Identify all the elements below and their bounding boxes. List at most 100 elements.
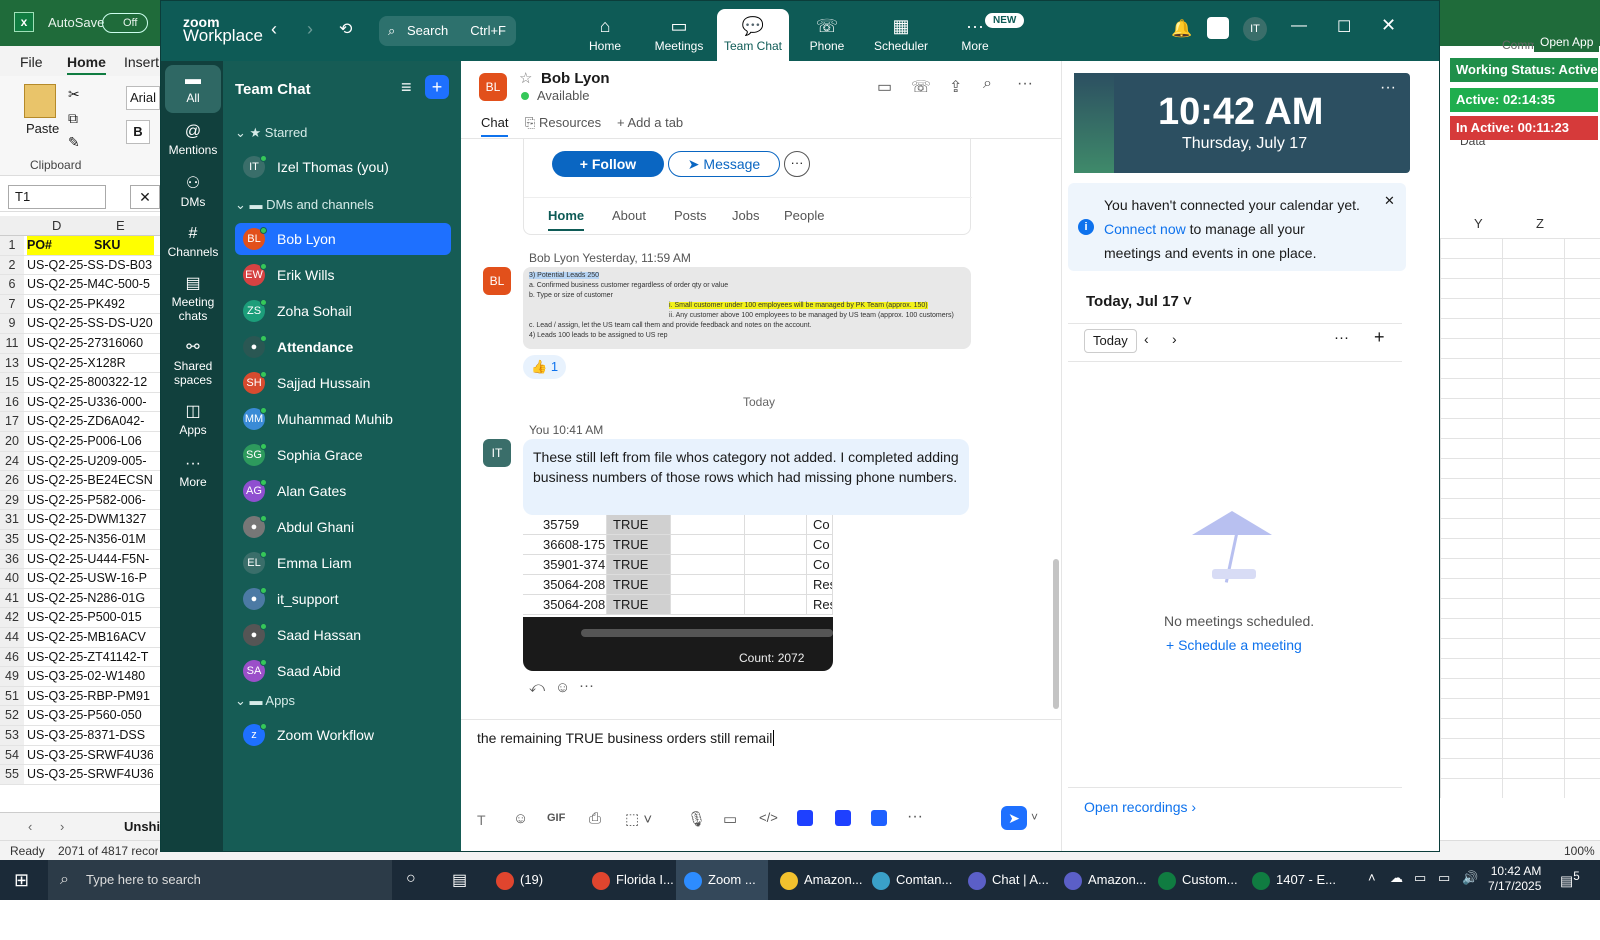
onedrive-icon[interactable]: ☁ [1390,870,1403,886]
notification-icon[interactable]: ▤5 [1560,870,1580,890]
add-event-icon[interactable]: + [1374,327,1385,348]
search-box[interactable]: ⌕ Search Ctrl+F [379,16,516,46]
minimize-icon[interactable]: — [1291,17,1307,35]
row-number[interactable]: 44 [0,628,24,647]
connect-now-link[interactable]: Connect now [1104,221,1186,237]
send-button[interactable]: ➤ [1001,806,1027,830]
row-number[interactable]: 7 [0,294,24,314]
menu-home[interactable]: Home [67,54,106,75]
nav-meeting-chats[interactable]: ▤ Meeting chats [165,273,221,323]
prev-day-icon[interactable]: ‹ [1144,331,1149,347]
add-reaction-icon[interactable]: ☺ [555,679,570,696]
nav-channels[interactable]: # Channels [165,223,221,259]
tab-phone[interactable]: ☏ Phone [791,9,863,61]
contact-izel-thomas[interactable]: IT Izel Thomas (you) [235,151,451,183]
row-number[interactable]: 55 [0,765,24,784]
menu-file[interactable]: File [20,54,43,70]
day-header[interactable]: Today, Jul 17 ˅ [1086,293,1192,310]
cell-value[interactable]: US-Q2-25-U336-000- [27,393,153,412]
cell-value[interactable]: US-Q2-25-SS-DS-B03 [27,256,153,275]
nav-apps[interactable]: ◫ Apps [165,401,221,437]
menu-insert[interactable]: Insert [124,54,159,70]
profile-jobs-tab[interactable]: Jobs [732,208,759,223]
send-options-icon[interactable]: ˅ [1031,810,1038,824]
row-number[interactable]: 15 [0,373,24,392]
share-screen-icon[interactable]: ⇪ [949,77,962,97]
taskbar-app[interactable]: Amazon... [772,860,864,900]
tray-chevron-icon[interactable]: ˄ [1368,870,1376,885]
sheet-tab[interactable]: Unshi [124,819,160,834]
taskbar-search[interactable]: ⌕ Type here to search [48,860,392,900]
message-button[interactable]: ➤ Message [668,151,780,177]
row-number[interactable]: 17 [0,412,24,431]
calendar-more-icon[interactable]: ··· [1334,329,1349,346]
sheet-row[interactable]: 6 US-Q2-25-M4C-500-5 [0,275,160,295]
contact-item[interactable]: ● Saad Hassan [235,619,451,651]
cortana-icon[interactable]: ○ [406,870,416,888]
app-integration-icon[interactable] [871,810,887,826]
cell-value[interactable]: US-Q2-25-U444-F5N- [27,550,153,569]
col-d[interactable]: D [52,218,61,233]
close-icon[interactable]: ✕ [1381,15,1396,36]
reply-icon[interactable]: ⤺ [529,679,545,696]
cell-value[interactable]: US-Q2-25-P582-006- [27,491,153,510]
row-number[interactable]: 40 [0,569,24,588]
row-number[interactable]: 11 [0,334,24,353]
contact-item[interactable]: ● Abdul Ghani [235,511,451,543]
emoji-icon[interactable]: ☺ [513,810,528,827]
msg2-image[interactable]: 35759 TRUE Co 36608-175 TRUE Co 35901-374 TRUE C… [523,515,833,671]
reaction-thumbs-up[interactable]: 👍 1 [523,355,567,379]
tab-team-chat[interactable]: 💬 Team Chat [717,9,789,61]
contact-item[interactable]: SA Saad Abid [235,655,451,687]
back-icon[interactable]: ‹ [271,19,277,40]
forward-icon[interactable]: › [307,19,313,40]
search-chat-icon[interactable]: ⌕ [983,75,992,93]
row-number[interactable]: 16 [0,392,24,412]
sheet-row[interactable]: 54 US-Q3-25-SRWF4U36 [0,745,160,766]
sheet-row[interactable]: 53 US-Q3-25-8371-DSS [0,726,160,746]
contact-name[interactable]: Bob Lyon [541,70,610,87]
cell-value[interactable]: US-Q3-25-8371-DSS [27,726,153,745]
composer-more-icon[interactable]: ··· [907,808,923,826]
sender-avatar[interactable]: BL [483,267,511,295]
sheet-row[interactable]: 49 US-Q3-25-02-W1480 [0,667,160,687]
contact-avatar[interactable]: BL [479,73,507,101]
cell-value[interactable]: US-Q2-25-800322-12 [27,373,153,392]
bold-button[interactable]: B [126,120,150,144]
contact-item[interactable]: ● it_support [235,583,451,615]
cell-value[interactable]: US-Q2-25-27316060 [27,334,153,353]
row-number[interactable]: 9 [0,314,24,333]
cell-value[interactable]: US-Q2-25-ZD6A042- [27,412,153,431]
microphone-icon[interactable]: 🎙 [687,810,706,828]
star-icon[interactable]: ☆ [519,69,532,87]
format-painter-icon[interactable]: ✎ [68,134,80,151]
open-recordings-link[interactable]: Open recordings › [1084,799,1196,815]
cell-value[interactable]: US-Q3-25-P560-050 [27,706,153,725]
sheet-row[interactable]: 20 US-Q2-25-P006-L06 [0,432,160,452]
code-icon[interactable]: </> [759,810,778,825]
cell-value[interactable]: US-Q2-25-USW-16-P [27,569,153,588]
taskbar-app[interactable]: (19) Surf... [488,860,580,927]
cell-value[interactable]: US-Q2-25-DWM1327 [27,510,153,529]
gift-icon[interactable] [1207,17,1229,39]
sheet-row[interactable]: 26 US-Q2-25-BE24ECSN [0,471,160,491]
filter-icon[interactable]: ≡ [401,77,412,98]
cell-value[interactable]: US-Q2-25-SS-DS-U20 [27,314,153,333]
my-avatar[interactable]: IT [483,439,511,467]
sheet-row[interactable]: 9 US-Q2-25-SS-DS-U20 [0,314,160,334]
profile-about-tab[interactable]: About [612,208,646,223]
sheet-row[interactable]: 2 US-Q2-25-SS-DS-B03 [0,255,160,276]
message-input[interactable]: the remaining TRUE business orders still… [477,730,1037,790]
cell-value[interactable]: SKU [94,236,154,255]
apps-section[interactable]: ⌄ ▬ Apps [235,693,295,709]
prev-sheet-icon[interactable]: ‹ [28,819,32,834]
row-number[interactable]: 31 [0,510,24,529]
row-number[interactable]: 6 [0,275,24,294]
contact-item[interactable]: SG Sophia Grace [235,439,451,471]
contact-item[interactable]: EL Emma Liam [235,547,451,579]
taskbar-clock[interactable]: 10:42 AM 7/17/2025 [1488,864,1541,894]
app-zoom-workflow[interactable]: z Zoom Workflow [235,719,451,751]
row-number[interactable]: 20 [0,432,24,451]
row-number[interactable]: 52 [0,706,24,725]
name-box[interactable]: T1 [8,185,106,209]
